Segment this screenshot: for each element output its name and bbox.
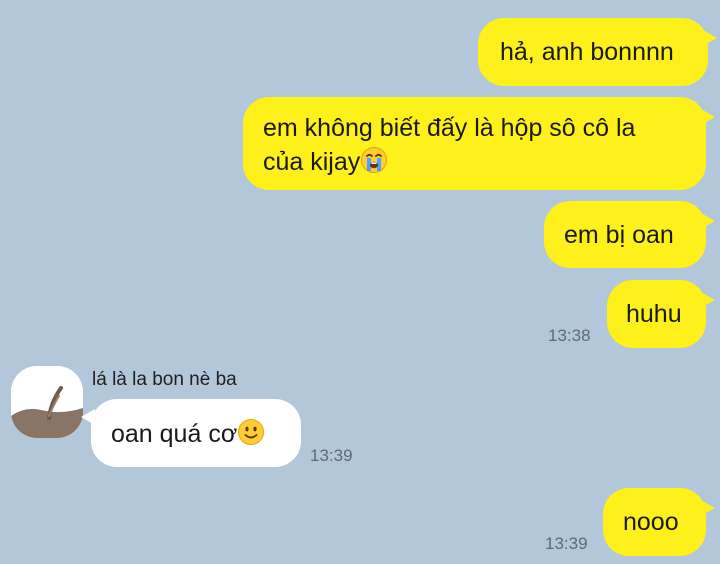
message-text: em bị oan — [564, 221, 674, 249]
avatar[interactable] — [11, 366, 83, 438]
profile-picture — [11, 366, 83, 438]
message-text: huhu — [626, 300, 682, 328]
slightly-smiling-face-icon — [237, 418, 265, 455]
message-timestamp: 13:39 — [310, 446, 353, 465]
loudly-crying-face-icon — [360, 146, 388, 183]
sender-name: lá là la bon nè ba — [92, 369, 237, 390]
message-timestamp: 13:38 — [548, 326, 591, 345]
message-text: em không biết đấy là hộp sô cô la — [263, 114, 636, 142]
outgoing-message[interactable]: nooo — [603, 488, 715, 556]
message-text: oan quá cơ — [111, 420, 238, 448]
outgoing-message[interactable]: huhu — [607, 280, 715, 348]
message-text: hả, anh bonnnn — [500, 38, 674, 66]
message-text-line: của kijay — [263, 145, 706, 183]
outgoing-message[interactable]: em bị oan — [544, 201, 715, 268]
outgoing-message[interactable]: hả, anh bonnnn — [478, 18, 717, 86]
incoming-message[interactable]: oan quá cơ — [81, 399, 301, 467]
message-text: nooo — [623, 508, 679, 536]
outgoing-message[interactable]: em không biết đấy là hộp sô cô la của ki… — [243, 97, 715, 190]
message-timestamp: 13:39 — [545, 534, 588, 553]
message-text: của kijay — [263, 148, 361, 176]
